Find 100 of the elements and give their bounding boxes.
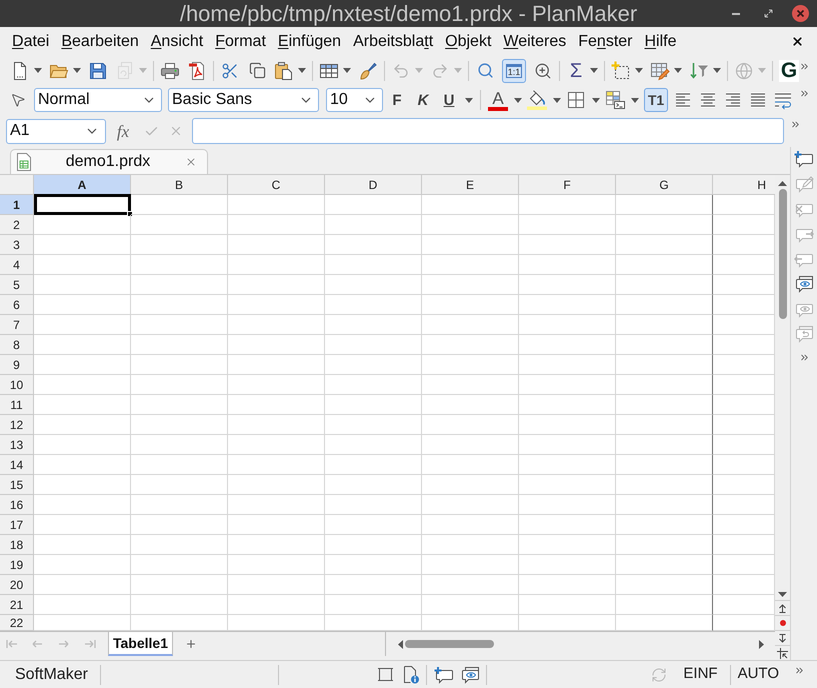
row-header[interactable]: 16 [0,495,34,515]
column-header[interactable]: E [422,175,519,194]
row-header[interactable]: 18 [0,535,34,555]
double-up-arrow-icon[interactable] [779,604,786,612]
document-tab[interactable]: demo1.prdx [10,149,208,174]
paintbrush-icon[interactable] [358,60,378,80]
row-header[interactable]: 13 [0,435,34,455]
row-header[interactable]: 3 [0,235,34,255]
cell-name-box[interactable]: A1 [6,118,106,144]
search-icon[interactable] [476,62,494,79]
caret-down-icon[interactable] [713,68,721,73]
caret-down-icon[interactable] [631,98,639,102]
scroll-down-arrow-icon[interactable] [778,592,787,597]
sheet-cell[interactable] [616,515,713,535]
sheet-cell[interactable] [616,415,713,435]
comment-plus-icon[interactable] [434,666,454,684]
column-header[interactable]: A [34,175,131,194]
caret-down-icon[interactable] [590,68,598,73]
dot-icon[interactable] [780,620,786,626]
sheet-cell[interactable] [616,495,713,515]
row-header[interactable]: 9 [0,355,34,375]
font-size-dropdown[interactable]: 10 [326,88,383,112]
chevron-down-icon[interactable] [301,97,311,103]
menu-item[interactable]: Fenster [572,32,638,52]
sheet-cell[interactable] [616,295,713,315]
row-header[interactable]: 14 [0,455,34,475]
chevrons-right-icon[interactable] [794,665,805,676]
chevron-down-icon[interactable] [144,97,154,103]
chevrons-right-icon[interactable] [799,88,810,99]
add-sheet-icon[interactable] [185,638,197,650]
table-pencil-icon[interactable] [650,60,670,80]
scroll-right-arrow-icon[interactable] [759,640,764,648]
style-dropdown[interactable]: Normal [34,88,162,112]
menu-item[interactable]: Arbeitsblatt [347,32,440,52]
menu-item[interactable]: Objekt [439,32,498,52]
caret-down-icon[interactable] [343,68,351,73]
sheet-cell[interactable] [616,475,713,495]
underline-button[interactable]: U [439,88,459,112]
sheet-cell[interactable] [616,455,713,475]
sheet-tab[interactable]: Tabelle1 [108,632,173,656]
caret-down-icon[interactable] [514,98,522,102]
document-info-icon[interactable] [403,666,419,684]
menu-item[interactable]: Hilfe [638,32,682,52]
row-header[interactable]: 2 [0,215,34,235]
logo-button[interactable]: G [779,60,799,82]
row-header[interactable]: 1 [0,195,34,215]
save-icon[interactable] [88,60,108,80]
comments-eye-icon[interactable] [794,275,814,293]
caret-down-icon[interactable] [73,68,81,73]
sync-icon[interactable] [651,666,668,682]
row-header[interactable]: 7 [0,315,34,335]
scroll-left-arrow-icon[interactable] [398,640,403,648]
row-header[interactable]: 22 [0,615,34,631]
selection-frame-icon[interactable] [378,667,393,682]
row-header[interactable]: 17 [0,515,34,535]
caret-down-icon[interactable] [298,68,306,73]
restore-icon[interactable] [764,9,773,18]
function-button[interactable]: fx [113,122,133,140]
pdf-document-icon[interactable] [187,60,207,80]
sheet-cell[interactable] [616,375,713,395]
sheet-cell[interactable] [616,575,713,595]
row-header[interactable]: 19 [0,555,34,575]
split-icon[interactable] [777,648,788,658]
insert-mode-label[interactable]: EINF [683,663,718,686]
cell-style-icon[interactable] [605,90,625,110]
row-header[interactable]: 20 [0,575,34,595]
row-header[interactable]: 10 [0,375,34,395]
chevron-down-icon[interactable] [365,97,375,103]
horizontal-scrollbar-thumb[interactable] [405,640,494,648]
row-header[interactable]: 11 [0,395,34,415]
copy-icon[interactable] [248,62,266,79]
sheet-cell[interactable] [616,195,713,215]
sheet-cell[interactable] [616,395,713,415]
sum-button[interactable]: Σ [566,58,586,82]
actual-size-button[interactable]: 1:1 [502,58,526,82]
row-header[interactable]: 15 [0,475,34,495]
column-header[interactable]: D [325,175,422,194]
borders-icon[interactable] [566,90,586,110]
column-header[interactable]: B [131,175,228,194]
scroll-up-arrow-icon[interactable] [778,181,787,186]
row-header[interactable]: 5 [0,275,34,295]
sheet-cell[interactable] [616,615,713,631]
menu-item[interactable]: Weiteres [497,32,572,52]
caret-down-icon[interactable] [674,68,682,73]
sort-filter-icon[interactable] [689,60,709,80]
vertical-scrollbar-thumb[interactable] [778,189,786,319]
close-icon[interactable] [791,35,804,48]
sheet-cell[interactable] [616,215,713,235]
sheet-cell[interactable] [616,335,713,355]
row-header[interactable]: 4 [0,255,34,275]
caret-down-icon[interactable] [34,68,42,73]
row-header[interactable]: 6 [0,295,34,315]
chevrons-right-icon[interactable] [790,119,801,130]
chevrons-right-icon[interactable] [799,61,810,72]
clipboard-icon[interactable] [274,60,294,80]
sheet-cell[interactable] [616,535,713,555]
sheet-cell[interactable] [616,435,713,455]
chevron-down-icon[interactable] [87,128,97,134]
comments-eye-icon[interactable] [460,666,480,684]
sheet-cell[interactable] [616,355,713,375]
